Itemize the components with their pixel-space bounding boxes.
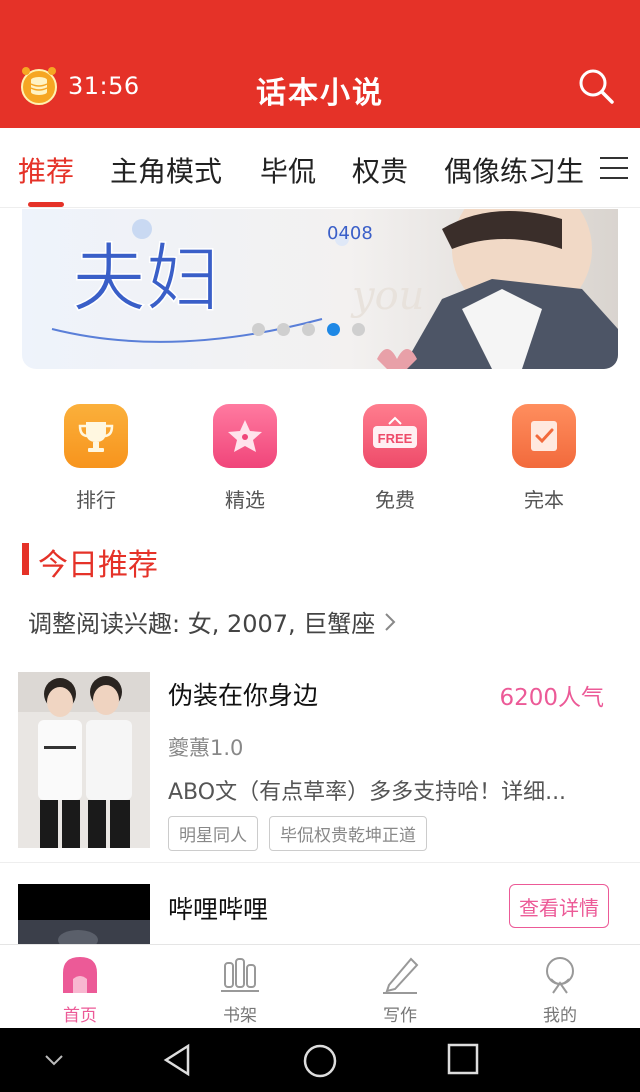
free-sign-text: FREE (378, 431, 413, 446)
book-cover (18, 672, 150, 848)
nav-profile[interactable]: 我的 (510, 953, 610, 1026)
book-author[interactable]: 夔蕙1.0 (168, 732, 243, 762)
category-label: 完本 (524, 488, 564, 512)
tab-nobility[interactable]: 权贵 (352, 150, 408, 190)
bottom-nav: 首页 书架 写作 我的 (0, 944, 640, 1028)
category-ranking[interactable]: 排行 (41, 404, 151, 513)
home-icon (63, 957, 97, 993)
recent-apps-icon[interactable] (446, 1042, 480, 1076)
tab-idol-trainee[interactable]: 偶像练习生 (444, 150, 584, 190)
nav-label: 写作 (383, 1006, 417, 1026)
category-featured[interactable]: 精选 (190, 404, 300, 513)
chevron-right-icon (385, 612, 396, 631)
section-title: 今日推荐 (38, 548, 158, 583)
bookshelf-icon (221, 958, 259, 992)
search-icon[interactable] (576, 66, 616, 106)
nav-home[interactable]: 首页 (30, 953, 130, 1026)
checklist-icon (512, 404, 576, 468)
book-description: ABO文（有点草率）多多支持哈！详细... (168, 780, 567, 805)
interest-text: 调整阅读兴趣: 女, 2007, 巨蟹座 (28, 610, 376, 638)
app-title: 话本小说 (256, 76, 384, 111)
tab-recommend[interactable]: 推荐 (18, 150, 74, 190)
category-label: 排行 (76, 488, 116, 512)
pagination-dot[interactable] (277, 323, 290, 336)
tab-bikan[interactable]: 毕侃 (260, 150, 316, 190)
book-title[interactable]: 哔哩哔哩 (168, 890, 268, 926)
home-circle-icon[interactable] (301, 1042, 339, 1080)
book-tag[interactable]: 明星同人 (168, 816, 258, 851)
banner-artwork: 夫妇 0408 you (22, 209, 618, 369)
view-details-button[interactable]: 查看详情 (509, 884, 609, 928)
promo-banner[interactable]: 夫妇 0408 you (22, 209, 618, 369)
nav-bookshelf[interactable]: 书架 (190, 953, 290, 1026)
book-tag[interactable]: 毕侃权贵乾坤正道 (269, 816, 427, 851)
category-label: 精选 (225, 488, 265, 512)
pagination-dot[interactable] (302, 323, 315, 336)
nav-label: 我的 (543, 1006, 577, 1026)
banner-title-art: 夫妇 (72, 236, 220, 322)
nav-label: 首页 (63, 1006, 97, 1026)
category-label: 免费 (375, 488, 415, 512)
book-title[interactable]: 伪装在你身边 (168, 676, 318, 712)
trophy-icon (64, 404, 128, 468)
category-completed[interactable]: 完本 (489, 404, 599, 513)
chevron-down-icon[interactable] (40, 1050, 68, 1070)
section-marker (22, 543, 29, 575)
back-icon[interactable] (160, 1042, 196, 1078)
book-cover (18, 884, 150, 944)
pagination-dot[interactable] (352, 323, 365, 336)
app-header: 31:56 话本小说 (0, 0, 640, 128)
pagination-dot-active[interactable] (327, 323, 340, 336)
nav-label: 书架 (223, 1006, 257, 1026)
free-sign-icon: FREE (363, 404, 427, 468)
star-icon (213, 404, 277, 468)
category-tabs: 推荐 主角模式 毕侃 权贵 偶像练习生 (0, 128, 640, 208)
profile-icon (546, 957, 574, 994)
tab-protagonist-mode[interactable]: 主角模式 (110, 150, 222, 190)
banner-pagination (252, 323, 365, 336)
pagination-dot[interactable] (252, 323, 265, 336)
banner-script: you (350, 273, 424, 319)
list-divider (0, 862, 640, 863)
nav-write[interactable]: 写作 (350, 953, 450, 1026)
banner-subtitle: 0408 (327, 223, 373, 244)
adjust-interest-link[interactable]: 调整阅读兴趣: 女, 2007, 巨蟹座 (28, 604, 397, 639)
menu-icon[interactable] (598, 152, 630, 184)
category-free[interactable]: FREE 免费 (340, 404, 450, 513)
active-tab-indicator (28, 202, 64, 207)
pen-icon (383, 957, 419, 994)
popularity-count: 6200人气 (499, 685, 604, 711)
system-nav-bar (0, 1028, 640, 1092)
